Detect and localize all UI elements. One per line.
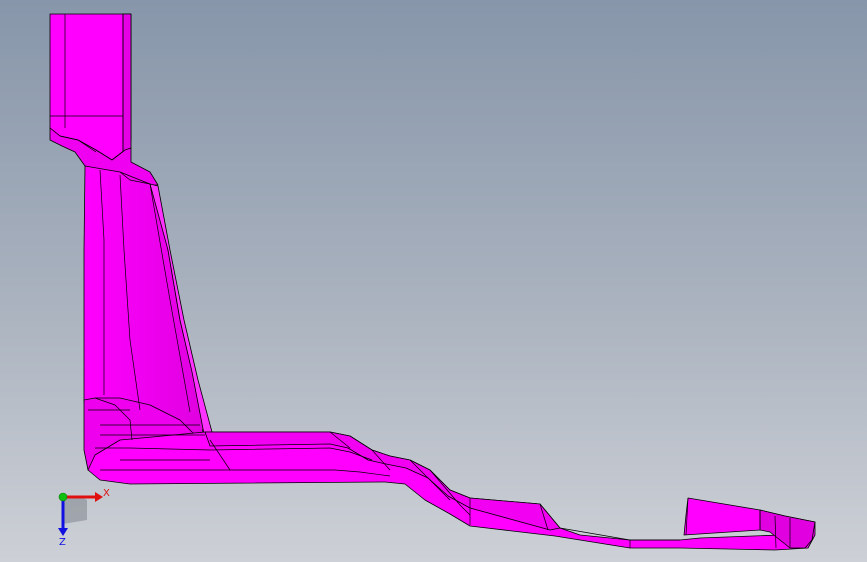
triad-x-label: X (103, 488, 110, 499)
top-flange-side (122, 13, 132, 153)
coordinate-triad: X Z (58, 488, 110, 548)
3d-graphics-viewport[interactable]: X Z (0, 0, 867, 562)
triad-z-label: Z (59, 537, 66, 548)
triad-y-axis (58, 492, 68, 502)
model-view-svg[interactable]: X Z (0, 0, 867, 562)
triad-x-arrow (95, 492, 103, 502)
sheet-metal-part[interactable] (49, 13, 816, 551)
triad-shadow (63, 496, 87, 524)
triad-z-arrow (58, 528, 68, 536)
